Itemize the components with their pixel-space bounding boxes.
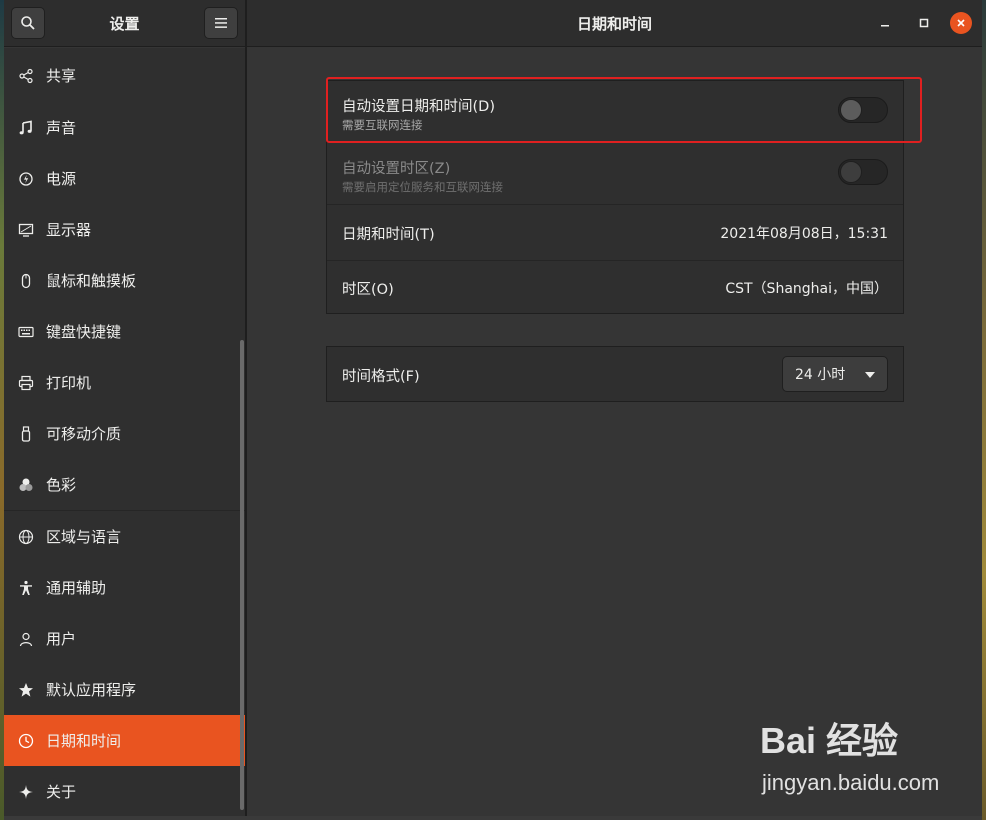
sidebar-item-removable-media[interactable]: 可移动介质 [4,408,245,459]
wallpaper-edge-right [982,0,986,820]
minimize-button[interactable] [874,12,896,34]
sparkle-icon [19,784,33,799]
sidebar-item-about[interactable]: 关于 [4,766,245,816]
datetime-row[interactable]: 日期和时间(T) 2021年08月08日，15:31 [327,205,903,261]
page-title: 日期和时间 [576,15,652,33]
switch-knob [840,161,862,183]
close-icon [957,19,965,27]
mouse-icon [21,273,31,288]
sidebar-item-label: 关于 [46,783,77,801]
time-format-row: 时间格式(F) 24 小时 [327,347,903,401]
sidebar-item-power[interactable]: 电源 [4,153,245,204]
sidebar-item-keyboard[interactable]: 键盘快捷键 [4,306,245,357]
sidebar: 共享 声音 电源 显示器 鼠标和触摸板 键盘快捷键 打印机 可移动介质 色彩 区… [4,48,245,816]
time-format-value: 24 小时 [795,367,846,383]
minimize-icon [881,25,889,27]
sidebar-item-sound[interactable]: 声音 [4,102,245,153]
annotation-highlight-box [326,77,922,143]
users-icon [19,632,33,646]
sidebar-item-label: 默认应用程序 [46,681,137,699]
star-icon [19,682,33,697]
maximize-icon [919,18,929,28]
sidebar-item-mouse[interactable]: 鼠标和触摸板 [4,255,245,306]
menu-button[interactable] [204,7,238,39]
accessibility-icon [20,580,32,595]
sidebar-item-users[interactable]: 用户 [4,613,245,664]
printer-icon [18,375,34,390]
sidebar-item-default-apps[interactable]: 默认应用程序 [4,664,245,715]
sidebar-item-label: 可移动介质 [46,425,122,443]
sidebar-item-date-time[interactable]: 日期和时间 [4,715,245,766]
sidebar-item-label: 打印机 [46,374,92,392]
settings-window: 设置 日期和时间 共享 声音 电源 显示器 鼠标和触摸板 键盘快捷键 打印机 可… [4,0,982,816]
sidebar-item-label: 键盘快捷键 [46,323,122,341]
sidebar-item-sharing[interactable]: 共享 [4,50,245,101]
timezone-value: CST（Shanghai，中国） [725,281,888,297]
time-format-label: 时间格式(F) [342,369,420,385]
sidebar-item-label: 用户 [46,630,77,648]
time-format-card: 时间格式(F) 24 小时 [326,346,904,402]
sidebar-item-label: 显示器 [46,221,92,239]
color-icon [19,478,33,491]
main-header: 日期和时间 [247,0,982,47]
music-note-icon [19,120,32,134]
sidebar-item-displays[interactable]: 显示器 [4,204,245,255]
time-format-dropdown[interactable]: 24 小时 [782,356,888,392]
sidebar-scrollbar[interactable] [240,340,244,810]
timezone-row[interactable]: 时区(O) CST（Shanghai，中国） [327,261,903,314]
sidebar-item-label: 通用辅助 [46,579,107,597]
sidebar-item-label: 日期和时间 [46,732,122,750]
auto-timezone-row: 自动设置时区(Z) 需要启用定位服务和互联网连接 [327,143,903,205]
keyboard-icon [18,326,34,337]
auto-timezone-title: 自动设置时区(Z) [342,161,451,177]
power-icon [19,171,33,186]
watermark-url: jingyan.baidu.com [762,770,940,795]
sidebar-item-label: 色彩 [46,476,77,494]
sidebar-item-color[interactable]: 色彩 [4,459,245,510]
chevron-down-icon [865,372,875,378]
datetime-value: 2021年08月08日，15:31 [720,226,888,242]
timezone-label: 时区(O) [342,282,394,298]
watermark-brand: Bai 经验 [760,720,899,761]
sidebar-item-label: 区域与语言 [46,528,122,546]
datetime-label: 日期和时间(T) [342,227,435,243]
close-button[interactable] [950,12,972,34]
removable-media-icon [21,425,31,442]
sidebar-item-region-language[interactable]: 区域与语言 [4,511,245,562]
sidebar-item-accessibility[interactable]: 通用辅助 [4,562,245,613]
sidebar-item-label: 电源 [46,170,77,188]
watermark: Bai 经验 jingyan.baidu.com [760,712,960,802]
sidebar-item-printers[interactable]: 打印机 [4,357,245,408]
globe-icon [18,529,34,544]
display-icon [18,223,34,237]
hamburger-menu-icon [215,18,227,28]
auto-timezone-switch [838,159,888,185]
sidebar-item-label: 共享 [46,67,77,85]
sidebar-item-label: 声音 [46,119,77,137]
sidebar-item-label: 鼠标和触摸板 [46,272,137,290]
sidebar-header: 设置 [4,0,245,47]
pane-separator [245,0,247,816]
auto-timezone-subtitle: 需要启用定位服务和互联网连接 [342,180,503,194]
maximize-button[interactable] [913,12,935,34]
share-icon [19,68,33,83]
clock-icon [18,733,34,748]
